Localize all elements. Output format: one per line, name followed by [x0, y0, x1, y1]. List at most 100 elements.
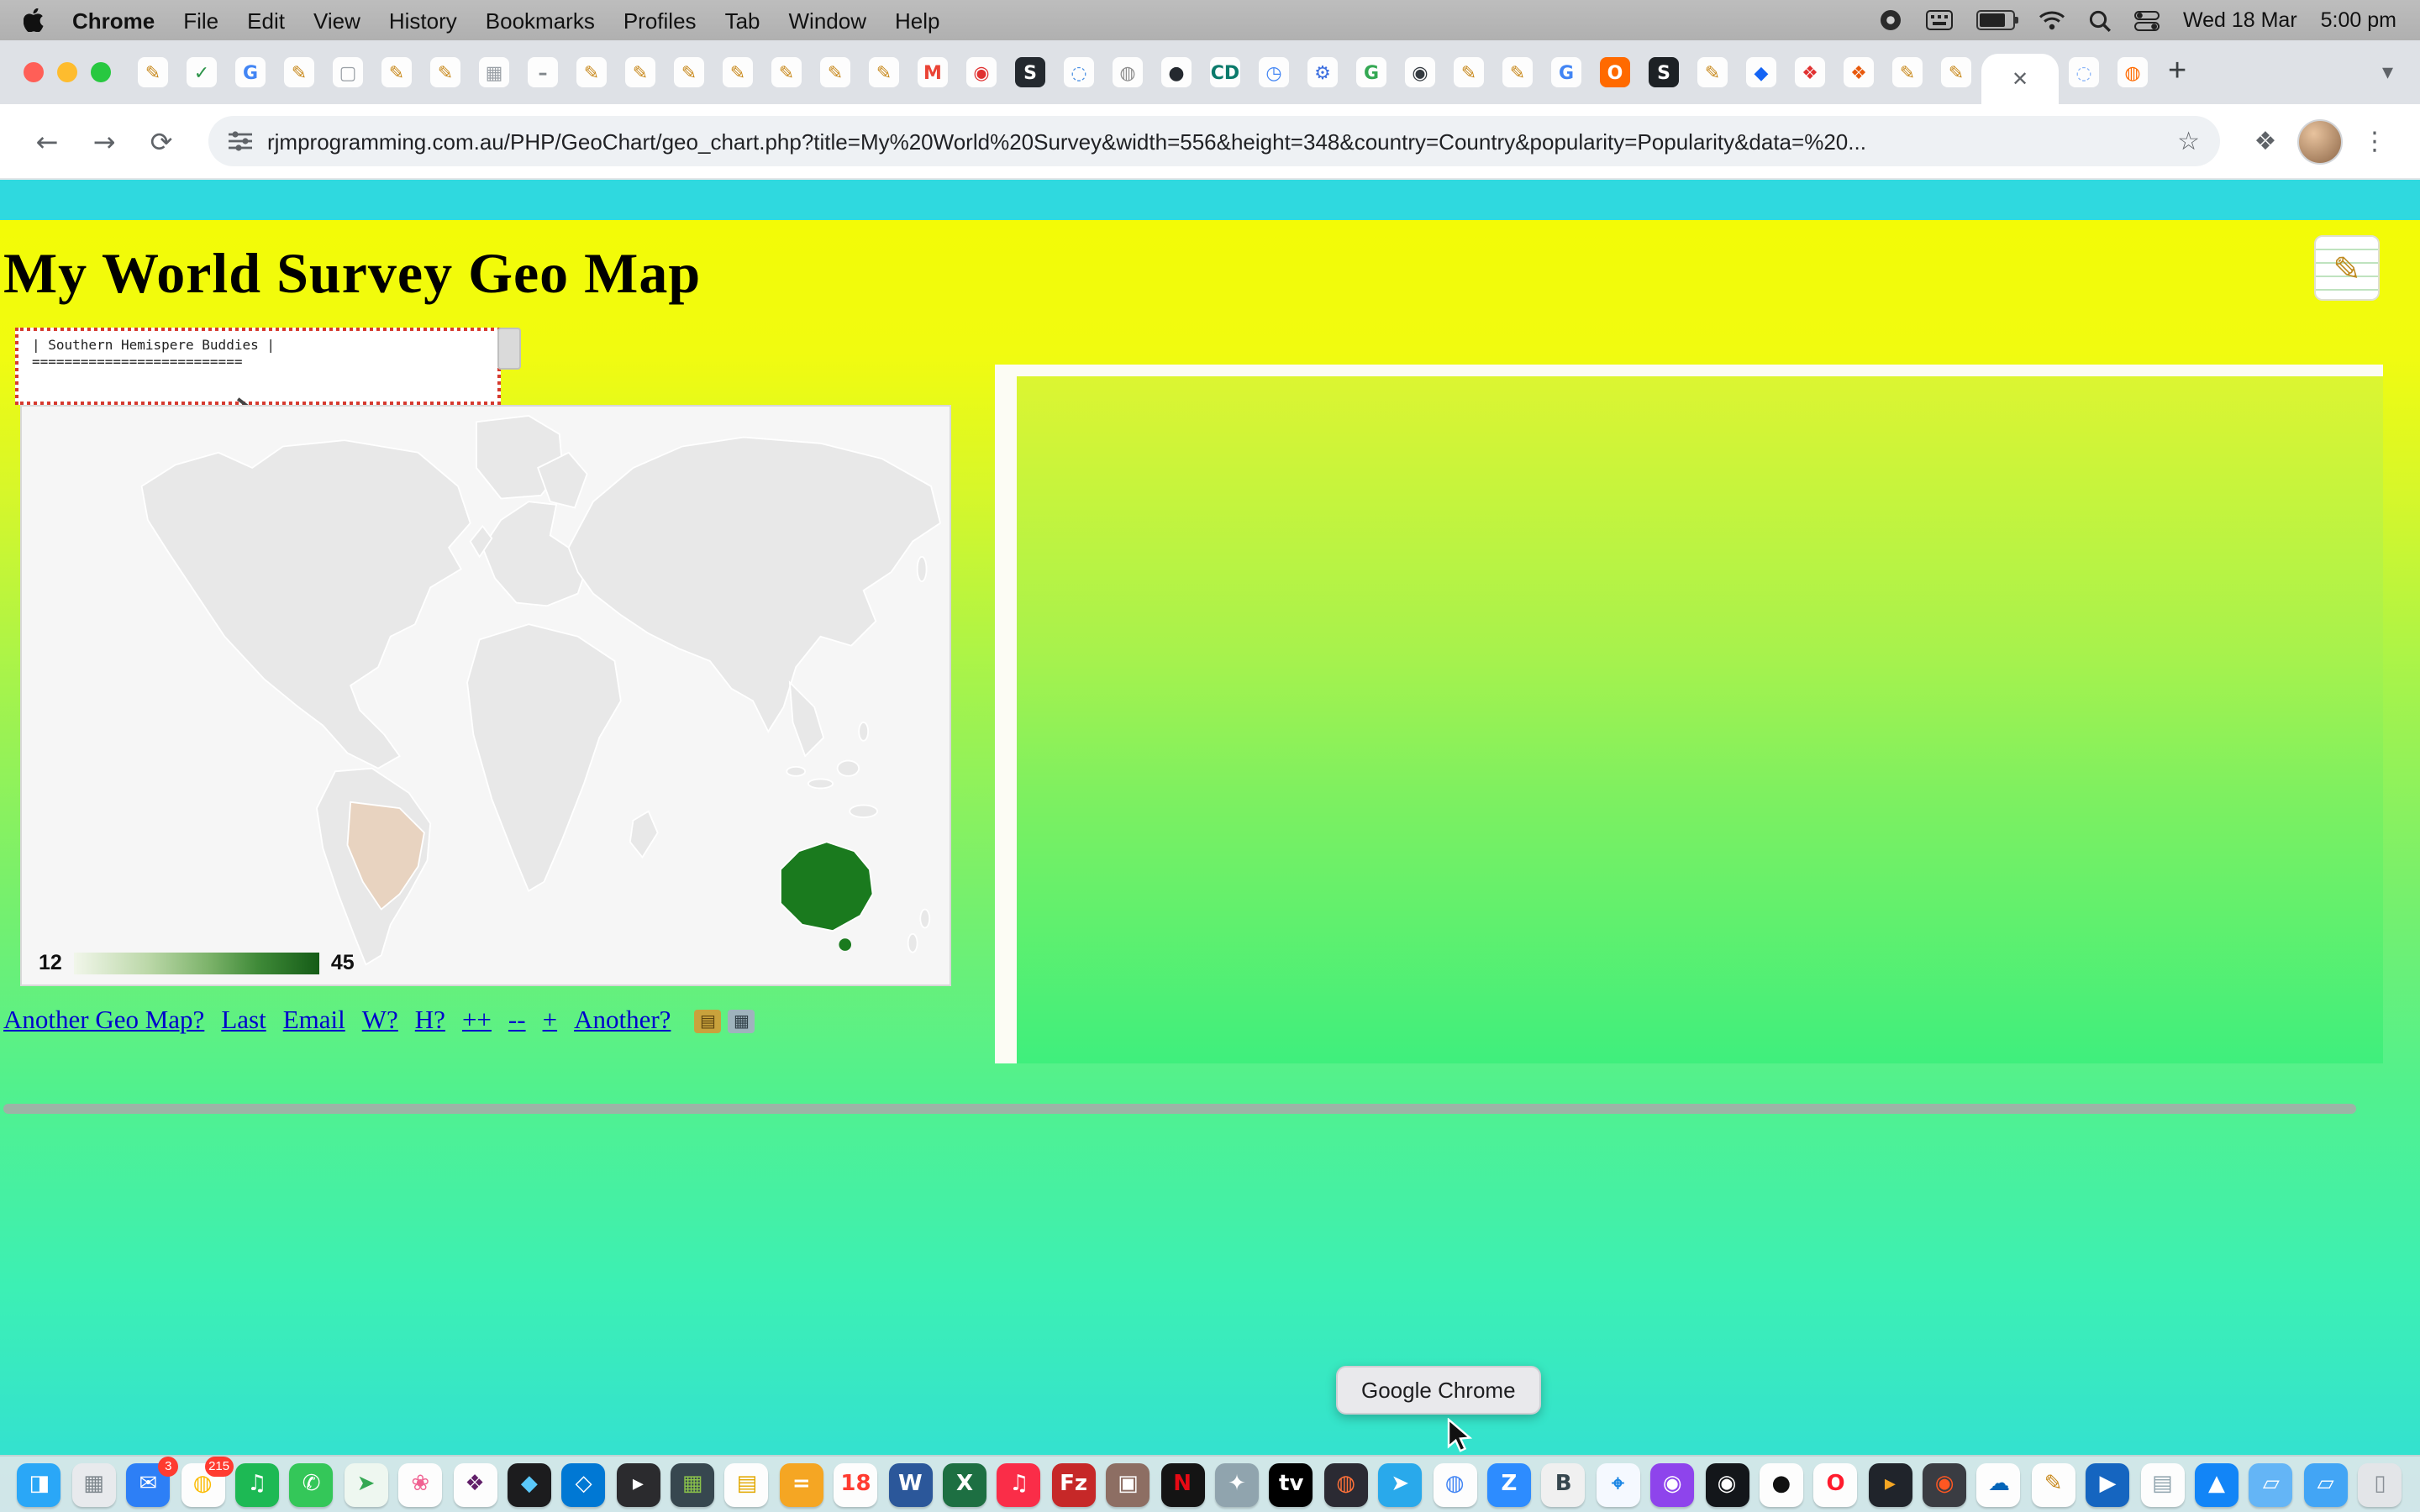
menu-item[interactable]: View — [313, 8, 360, 33]
pinned-tab[interactable]: G — [235, 57, 266, 87]
island-new-zealand-north[interactable] — [920, 910, 929, 928]
downloads-folder[interactable]: ▱ — [2249, 1462, 2293, 1506]
terminal[interactable]: ▸ — [616, 1462, 660, 1506]
island-new-zealand-south[interactable] — [908, 934, 918, 953]
books-icon[interactable]: ▤ — [694, 1010, 721, 1033]
pinned-tab[interactable]: CD — [1210, 57, 1240, 87]
page-link[interactable]: Another Geo Map? — [3, 1006, 204, 1037]
mail[interactable]: ✉ 3 — [126, 1462, 170, 1506]
zoom[interactable]: Z — [1487, 1462, 1531, 1506]
pinned-tab[interactable]: ✎ — [869, 57, 899, 87]
documents-folder[interactable]: ▱ — [2304, 1462, 2348, 1506]
excel[interactable]: X — [943, 1462, 986, 1506]
pinned-tab[interactable]: ✎ — [1941, 57, 1971, 87]
word[interactable]: W — [888, 1462, 932, 1506]
url-text[interactable]: rjmprogramming.com.au/PHP/GeoChart/geo_c… — [267, 129, 2162, 154]
pinned-tab[interactable]: ✎ — [1502, 57, 1533, 87]
safari[interactable]: ⌖ — [1596, 1462, 1639, 1506]
pinned-tab[interactable]: ● — [1161, 57, 1192, 87]
calendar[interactable]: 18 — [834, 1462, 878, 1506]
music[interactable]: ♫ — [997, 1462, 1041, 1506]
audacity[interactable]: ◉ — [1923, 1462, 1966, 1506]
site-settings-icon[interactable] — [229, 131, 252, 151]
numbers[interactable]: ▦ — [671, 1462, 714, 1506]
filezilla[interactable]: Fz — [1052, 1462, 1096, 1506]
pinned-tab[interactable]: ❖ — [1795, 57, 1825, 87]
pinned-tab[interactable]: ✎ — [771, 57, 802, 87]
pinned-tab[interactable]: ◍ — [2118, 57, 2148, 87]
island-philippines[interactable] — [859, 722, 868, 741]
pinned-tab[interactable]: ✎ — [1892, 57, 1923, 87]
tab-search-chevron-icon[interactable]: ▾ — [2382, 60, 2403, 85]
pinned-tab[interactable]: ◷ — [1259, 57, 1289, 87]
horizontal-scrollbar[interactable] — [3, 1104, 2356, 1114]
pixelmator[interactable]: ✎ — [2032, 1462, 2075, 1506]
island-sumatra[interactable] — [786, 767, 805, 776]
pinned-tab[interactable]: ✎ — [1697, 57, 1728, 87]
pinned-tab[interactable]: ✎ — [820, 57, 850, 87]
firefox[interactable]: ◍ — [1324, 1462, 1368, 1506]
page-link[interactable]: H? — [415, 1006, 445, 1037]
page-link[interactable]: W? — [362, 1006, 398, 1037]
pinned-tab[interactable]: ✎ — [381, 57, 412, 87]
island-new-guinea[interactable] — [850, 805, 877, 817]
shortcuts[interactable]: ◆ — [508, 1462, 551, 1506]
geo-chart[interactable]: 12 45 — [20, 405, 951, 986]
menu-item[interactable]: File — [183, 8, 218, 33]
pinned-tab[interactable]: ▢ — [333, 57, 363, 87]
close-window-button[interactable] — [24, 62, 44, 82]
computer-icon[interactable]: ▦ — [728, 1010, 755, 1033]
island-japan[interactable] — [918, 557, 927, 581]
podcasts[interactable]: ◉ — [1650, 1462, 1694, 1506]
reload-button[interactable]: ⟳ — [138, 118, 185, 165]
pinned-tab[interactable]: ✎ — [723, 57, 753, 87]
menu-item[interactable]: Window — [789, 8, 867, 33]
apple-menu-icon[interactable] — [24, 8, 44, 32]
menu-app-name[interactable]: Chrome — [72, 8, 155, 33]
opera[interactable]: O — [1814, 1462, 1858, 1506]
google-chrome[interactable]: ◍ — [1433, 1462, 1476, 1506]
bookmark-star-icon[interactable]: ☆ — [2177, 126, 2200, 156]
pinned-tab[interactable]: ▦ — [479, 57, 509, 87]
vscode[interactable]: ◇ — [562, 1462, 606, 1506]
menu-item[interactable]: Bookmarks — [486, 8, 595, 33]
kitty-terminal[interactable]: ▸ — [1868, 1462, 1912, 1506]
pinned-tab[interactable]: ✎ — [284, 57, 314, 87]
page-link[interactable]: -- — [508, 1006, 526, 1037]
onedrive[interactable]: ☁ — [1977, 1462, 2021, 1506]
calculator[interactable]: = — [780, 1462, 823, 1506]
pinned-tab[interactable]: G — [1356, 57, 1386, 87]
keyboard-icon[interactable] — [1926, 10, 1953, 30]
new-tab-button[interactable]: + — [2168, 54, 2186, 91]
status-extra-icon[interactable] — [1879, 8, 1902, 32]
pinned-tab[interactable]: ✎ — [674, 57, 704, 87]
page-link[interactable]: Another? — [574, 1006, 671, 1037]
pinned-tab[interactable]: O — [1600, 57, 1630, 87]
zoom-window-button[interactable] — [91, 62, 111, 82]
pinned-tab[interactable]: ◌ — [1064, 57, 1094, 87]
finder[interactable]: ◨ — [18, 1462, 61, 1506]
chrome-beta[interactable]: ◍ 215 — [181, 1462, 224, 1506]
pinned-tab[interactable]: ✎ — [138, 57, 168, 87]
control-center-icon[interactable] — [2134, 9, 2160, 31]
pinned-tab[interactable]: ◉ — [966, 57, 997, 87]
textedit[interactable]: ▤ — [2140, 1462, 2184, 1506]
page-link[interactable]: ++ — [462, 1006, 492, 1037]
tab-close-icon[interactable]: ✕ — [2012, 67, 2028, 91]
page-link[interactable]: + — [543, 1006, 558, 1037]
pinned-tab[interactable]: – — [528, 57, 558, 87]
minimize-window-button[interactable] — [57, 62, 77, 82]
telegram[interactable]: ➤ — [1378, 1462, 1422, 1506]
pinned-tab[interactable]: ⚙ — [1307, 57, 1338, 87]
keynote[interactable]: ▲ — [2195, 1462, 2238, 1506]
country-australia-tasmania[interactable] — [839, 938, 851, 951]
menu-item[interactable]: Edit — [247, 8, 285, 33]
spotify[interactable]: ♫ — [235, 1462, 279, 1506]
pinned-tab[interactable]: S — [1015, 57, 1045, 87]
netflix[interactable]: N — [1160, 1462, 1204, 1506]
pinned-tab[interactable]: ◆ — [1746, 57, 1776, 87]
pinned-tab[interactable]: ◌ — [2069, 57, 2099, 87]
notes[interactable]: ▤ — [725, 1462, 769, 1506]
pinned-tab[interactable]: M — [918, 57, 948, 87]
page-link[interactable]: Last — [221, 1006, 266, 1037]
